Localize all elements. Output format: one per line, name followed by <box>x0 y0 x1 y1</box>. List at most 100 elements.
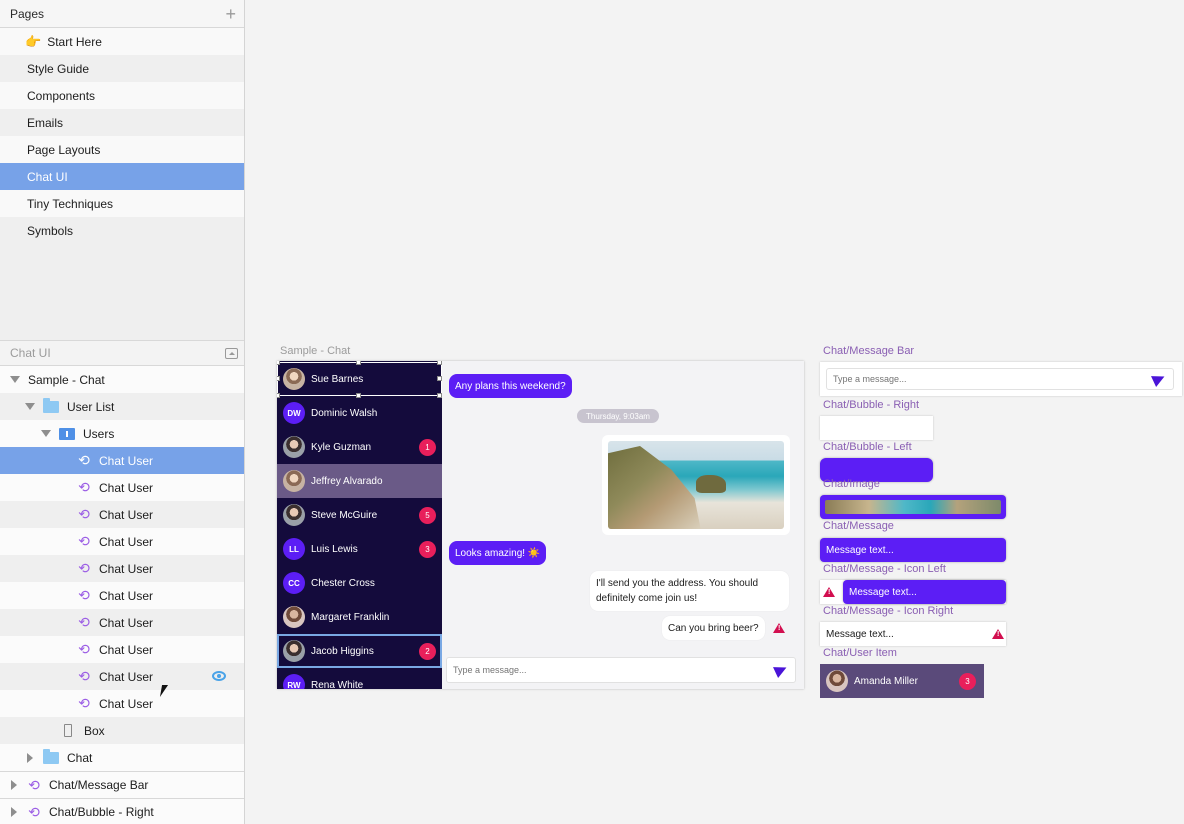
message-symbol[interactable]: Message text... <box>820 538 1006 562</box>
user-name: Luis Lewis <box>311 543 358 555</box>
unread-badge: 3 <box>959 672 976 690</box>
layer-chat-user[interactable]: ⟲ Chat User <box>0 474 244 501</box>
chat-user-jacob-higgins[interactable]: Jacob Higgins 2 <box>277 634 442 668</box>
chat-user-dominic-walsh[interactable]: DW Dominic Walsh <box>277 396 442 430</box>
symbol-label[interactable]: Chat/Message - Icon Right <box>823 605 953 617</box>
layer-chat-user[interactable]: ⟲ Chat User <box>0 555 244 582</box>
chat-user-margaret-franklin[interactable]: Margaret Franklin <box>277 600 442 634</box>
pages-list: 👉 Start Here Style Guide Components Email… <box>0 28 244 340</box>
chat-user-luis-lewis[interactable]: LL Luis Lewis 3 <box>277 532 442 566</box>
rectangle-icon <box>64 724 72 737</box>
message-line: definitely come join us! <box>596 593 698 604</box>
layer-chat-user[interactable]: ⟲ Chat User <box>0 447 244 474</box>
selection-handle[interactable] <box>277 393 280 398</box>
page-item-emails[interactable]: Emails <box>0 109 244 136</box>
message-bubble-right: I'll send you the address. You should de… <box>590 571 789 611</box>
layer-chat-user[interactable]: ⟲ Chat User <box>0 582 244 609</box>
bubble-right-symbol[interactable] <box>820 416 933 440</box>
layer-chat-user[interactable]: ⟲ Chat User <box>0 528 244 555</box>
disclosure-down-icon[interactable] <box>25 403 35 410</box>
disclosure-down-icon[interactable] <box>41 430 51 437</box>
image-strip <box>825 500 1001 514</box>
layers-sidebar: Pages + 👉 Start Here Style Guide Componen… <box>0 0 245 824</box>
chat-user-jeffrey-alvarado[interactable]: Jeffrey Alvarado <box>277 464 442 498</box>
page-item-style-guide[interactable]: Style Guide <box>0 55 244 82</box>
layer-chat-bubble-right[interactable]: ⟲ Chat/Bubble - Right <box>0 798 244 824</box>
selection-handle[interactable] <box>356 361 361 365</box>
layer-chat-user[interactable]: ⟲ Chat User <box>0 690 244 717</box>
selection-handle[interactable] <box>277 361 280 365</box>
layer-chat-message-bar[interactable]: ⟲ Chat/Message Bar <box>0 771 244 798</box>
symbol-label[interactable]: Chat/Bubble - Right <box>823 399 919 411</box>
send-icon[interactable] <box>773 662 789 678</box>
layer-chat-user[interactable]: ⟲ Chat User <box>0 501 244 528</box>
avatar <box>826 670 848 692</box>
symbol-label[interactable]: Chat/User Item <box>823 647 897 659</box>
page-item-label: Start Here <box>47 34 102 49</box>
message-line: I'll send you the address. You should <box>596 578 759 589</box>
page-item-chat-ui[interactable]: Chat UI <box>0 163 244 190</box>
page-item-page-layouts[interactable]: Page Layouts <box>0 136 244 163</box>
page-item-tiny-techniques[interactable]: Tiny Techniques <box>0 190 244 217</box>
image-symbol[interactable] <box>820 495 1006 519</box>
layer-chat-user[interactable]: ⟲ Chat User <box>0 636 244 663</box>
unread-badge: 2 <box>419 642 436 660</box>
pages-panel-title: Pages <box>10 6 45 21</box>
group-icon <box>59 427 75 440</box>
eye-icon[interactable] <box>212 671 226 681</box>
layer-label: Chat User <box>99 588 154 603</box>
message-text-bubble: Message text... <box>843 580 1006 604</box>
layer-chat-user[interactable]: ⟲ Chat User <box>0 609 244 636</box>
layer-label: Chat User <box>99 561 154 576</box>
layer-label: Chat/Bubble - Right <box>49 805 154 819</box>
disclosure-right-icon[interactable] <box>11 807 17 817</box>
artboard-label[interactable]: Sample - Chat <box>280 345 350 357</box>
message-input[interactable] <box>833 374 1133 384</box>
disclosure-right-icon[interactable] <box>11 780 17 790</box>
layer-label: Chat User <box>99 480 154 495</box>
layer-users[interactable]: Users <box>0 420 244 447</box>
symbol-instance-icon: ⟲ <box>78 668 90 684</box>
page-item-symbols[interactable]: Symbols <box>0 217 244 244</box>
user-name: Amanda Miller <box>854 675 918 687</box>
collapse-artboards-icon[interactable] <box>225 347 238 359</box>
design-canvas[interactable]: Sample - Chat Sue Barnes DW Dominic Walsh… <box>246 0 1184 824</box>
symbol-label[interactable]: Chat/Message <box>823 520 894 532</box>
message-bar-symbol[interactable] <box>820 362 1182 396</box>
send-icon[interactable] <box>1151 371 1167 387</box>
chat-user-chester-cross[interactable]: CC Chester Cross <box>277 566 442 600</box>
warning-icon: ! <box>778 625 781 632</box>
layer-chat-user[interactable]: ⟲ Chat User <box>0 663 244 690</box>
chat-user-sue-barnes[interactable]: Sue Barnes <box>277 362 442 396</box>
disclosure-right-icon[interactable] <box>27 752 33 763</box>
layer-chat-folder[interactable]: Chat <box>0 744 244 771</box>
message-icon-right-symbol[interactable]: Message text... ! <box>820 622 1006 646</box>
disclosure-down-icon[interactable] <box>10 376 20 383</box>
folder-icon <box>43 748 59 764</box>
layer-label: Chat User <box>99 696 154 711</box>
user-item-symbol[interactable]: Amanda Miller 3 <box>820 664 984 698</box>
selection-handle[interactable] <box>356 393 361 398</box>
page-item-components[interactable]: Components <box>0 82 244 109</box>
chat-user-rena-white[interactable]: RW Rena White <box>277 668 442 689</box>
layer-box[interactable]: Box <box>0 717 244 744</box>
message-icon-left-symbol[interactable]: ! Message text... <box>820 580 1006 604</box>
symbol-label[interactable]: Chat/Message Bar <box>823 345 914 357</box>
layer-sample-chat[interactable]: Sample - Chat <box>0 366 244 393</box>
symbol-label[interactable]: Chat/Message - Icon Left <box>823 563 946 575</box>
chat-user-steve-mcguire[interactable]: Steve McGuire 5 <box>277 498 442 532</box>
symbol-label[interactable]: Chat/Image <box>823 478 880 490</box>
selection-handle[interactable] <box>277 376 280 381</box>
sample-chat-artboard[interactable]: Sue Barnes DW Dominic Walsh Kyle Guzman 1 … <box>277 361 804 689</box>
chat-user-kyle-guzman[interactable]: Kyle Guzman 1 <box>277 430 442 464</box>
symbol-instance-icon: ⟲ <box>78 560 90 576</box>
symbol-instance-icon: ⟲ <box>78 695 90 711</box>
page-item-label: Symbols <box>27 223 74 238</box>
user-name: Jacob Higgins <box>311 645 374 657</box>
layer-user-list[interactable]: User List <box>0 393 244 420</box>
page-item-start-here[interactable]: 👉 Start Here <box>0 28 244 55</box>
symbol-label[interactable]: Chat/Bubble - Left <box>823 441 912 453</box>
plus-icon[interactable]: + <box>225 5 236 23</box>
user-name: Steve McGuire <box>311 509 378 521</box>
message-input[interactable] <box>453 665 753 675</box>
